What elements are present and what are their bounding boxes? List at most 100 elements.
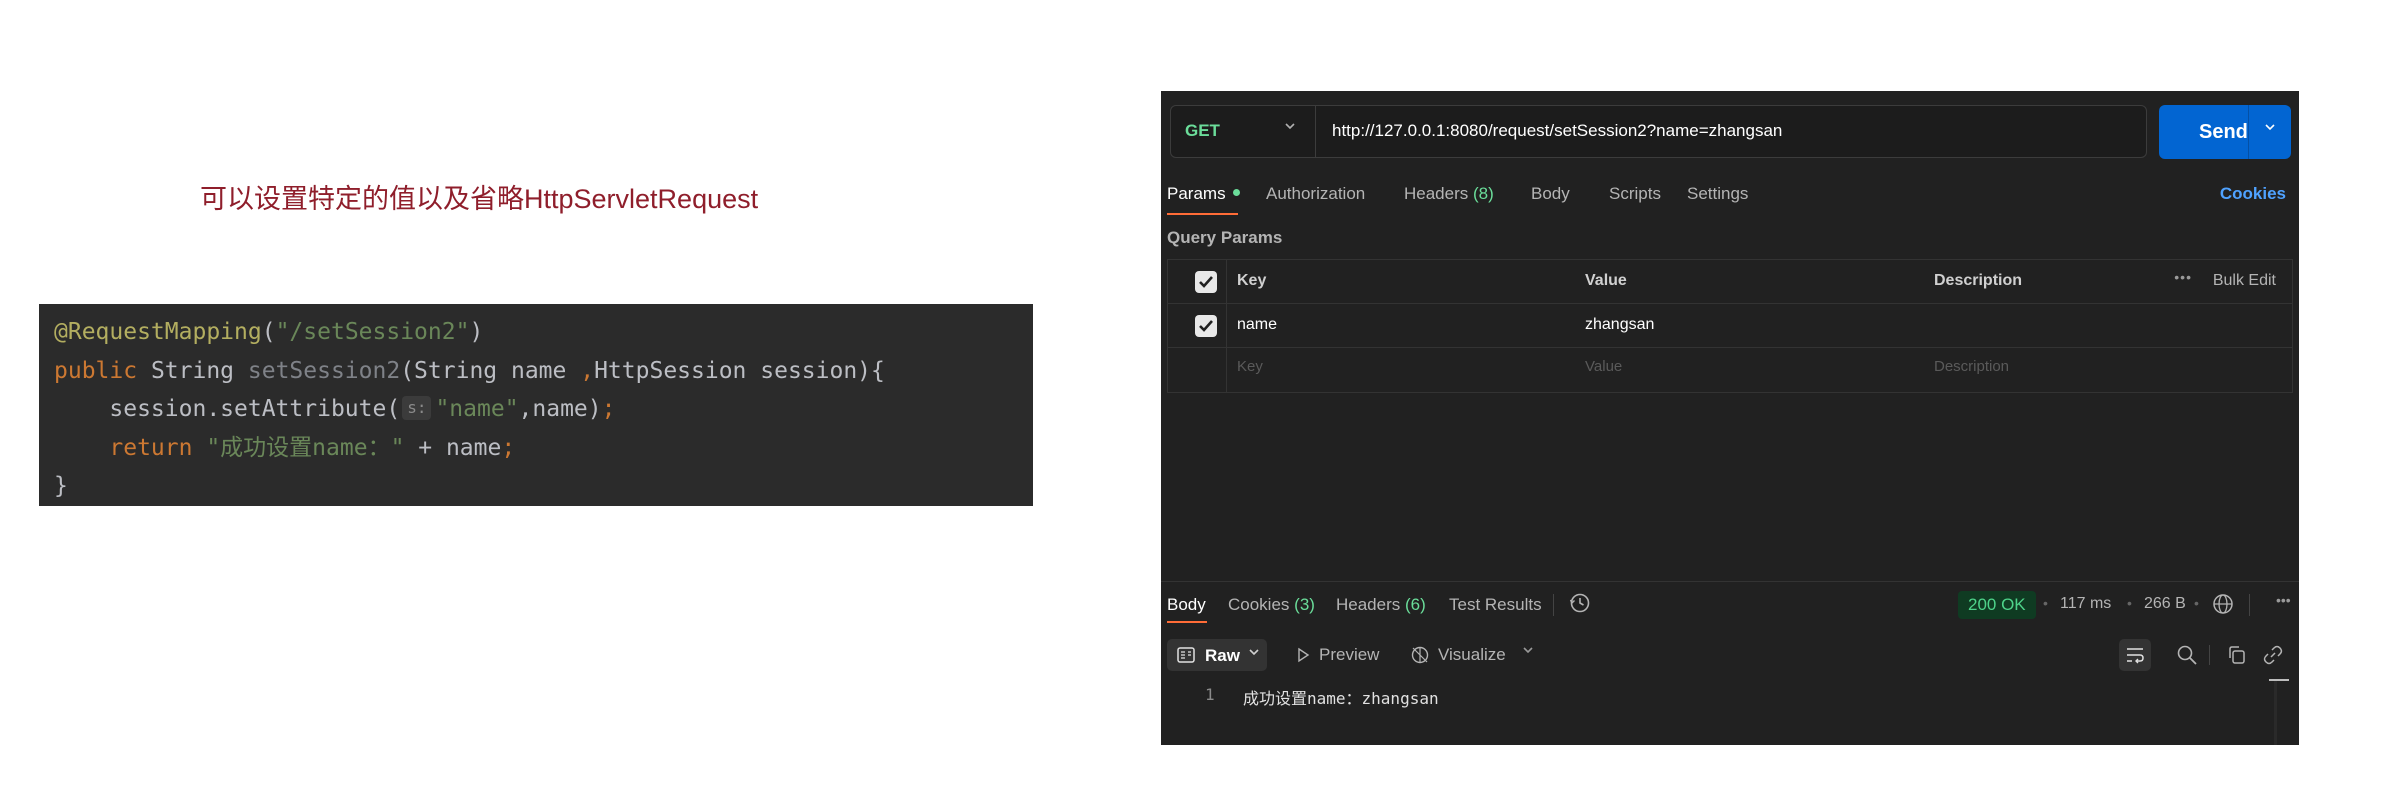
send-label: Send xyxy=(2199,121,2248,143)
tab-params-label: Params xyxy=(1167,184,1226,203)
code-params: (String name xyxy=(400,357,581,384)
cookies-link[interactable]: Cookies xyxy=(2220,184,2286,204)
response-tab-test-results[interactable]: Test Results xyxy=(1449,595,1542,615)
code-annotation: @RequestMapping xyxy=(54,319,262,345)
url-input[interactable]: http://127.0.0.1:8080/request/setSession… xyxy=(1332,121,1782,141)
response-divider xyxy=(1161,581,2299,582)
response-size[interactable]: 266 B xyxy=(2144,595,2186,613)
meta-separator: • xyxy=(2043,595,2048,611)
query-params-title: Query Params xyxy=(1167,228,1283,247)
code-comma: , xyxy=(580,357,595,384)
bulk-edit-link[interactable]: Bulk Edit xyxy=(2213,272,2276,290)
scrollbar-track[interactable] xyxy=(2274,679,2277,745)
code-paren: ) xyxy=(469,319,484,345)
checkbox-checked-icon[interactable] xyxy=(1195,315,1217,337)
code-keyword: return xyxy=(109,434,193,461)
visualize-icon xyxy=(1408,644,1432,671)
code-line-2: public String setSession2(String name ,H… xyxy=(54,352,1033,391)
code-line-1: @RequestMapping("/setSession2") xyxy=(54,313,1033,352)
table-row: name zhangsan xyxy=(1168,304,2292,348)
code-paren: ( xyxy=(261,319,276,345)
param-key-cell[interactable]: name xyxy=(1237,316,1277,334)
chevron-down-icon[interactable] xyxy=(2263,120,2277,139)
response-tab-headers[interactable]: Headers (6) xyxy=(1336,595,1426,615)
chevron-down-icon[interactable] xyxy=(1521,643,1535,660)
tab-active-underline xyxy=(1167,213,1238,215)
column-header-description: Description xyxy=(1934,272,2023,289)
preview-button[interactable]: Preview xyxy=(1319,645,1379,665)
link-icon[interactable] xyxy=(2262,644,2284,671)
meta-separator: • xyxy=(2194,595,2199,611)
response-time[interactable]: 117 ms xyxy=(2060,595,2111,613)
code-semicolon: ; xyxy=(601,396,616,422)
response-body-text[interactable]: 成功设置name：zhangsan xyxy=(1243,685,1439,709)
tab-settings[interactable]: Settings xyxy=(1687,184,1748,204)
code-line-3: session.setAttribute(s: "name",name); xyxy=(54,390,1033,429)
tab-headers-label: Headers xyxy=(1404,184,1469,203)
play-icon xyxy=(1295,647,1311,668)
code-string: "name" xyxy=(435,396,519,422)
column-header-value: Value xyxy=(1585,272,1627,289)
tab-separator xyxy=(1553,594,1554,616)
postman-panel: GET http://127.0.0.1:8080/request/setSes… xyxy=(1161,91,2299,745)
raw-format-icon xyxy=(1177,647,1195,668)
code-line-4: return "成功设置name：" + name; xyxy=(54,429,1033,468)
code-string: "成功设置name：" xyxy=(192,434,405,461)
code-method-name: setSession2 xyxy=(247,357,401,384)
more-icon[interactable]: ••• xyxy=(2276,592,2291,608)
code-expr: + name xyxy=(404,434,502,461)
visualize-button[interactable]: Visualize xyxy=(1438,645,1506,665)
send-button[interactable]: Send xyxy=(2159,105,2291,159)
param-value-cell[interactable]: zhangsan xyxy=(1585,316,1654,334)
param-key-placeholder[interactable]: Key xyxy=(1237,358,1263,375)
status-badge[interactable]: 200 OK xyxy=(1958,591,2036,619)
method-select[interactable]: GET xyxy=(1171,106,1316,157)
copy-icon[interactable] xyxy=(2226,644,2248,671)
tab-headers-count: (8) xyxy=(1473,184,1494,203)
code-block: @RequestMapping("/setSession2") public St… xyxy=(39,304,1033,506)
chevron-down-icon xyxy=(1247,645,1261,662)
wrap-lines-icon xyxy=(2125,646,2145,669)
param-description-placeholder[interactable]: Description xyxy=(1934,358,2009,375)
response-tab-cookies[interactable]: Cookies (3) xyxy=(1228,595,1315,615)
response-tab-cookies-count: (3) xyxy=(1294,595,1315,614)
tab-body[interactable]: Body xyxy=(1531,184,1570,204)
wrap-lines-button[interactable] xyxy=(2119,639,2151,671)
response-tab-headers-count: (6) xyxy=(1405,595,1426,614)
format-raw-select[interactable]: Raw xyxy=(1167,639,1267,671)
tab-scripts[interactable]: Scripts xyxy=(1609,184,1661,204)
column-header-key: Key xyxy=(1237,272,1267,289)
code-type: String xyxy=(137,357,248,384)
search-icon[interactable] xyxy=(2176,644,2198,671)
format-raw-label: Raw xyxy=(1205,646,1240,665)
param-value-placeholder[interactable]: Value xyxy=(1585,358,1622,375)
code-line-5: } xyxy=(54,467,1033,506)
code-keyword: public xyxy=(54,357,138,384)
scrollbar-thumb[interactable] xyxy=(2269,679,2289,681)
table-row-empty: Key Value Description xyxy=(1168,348,2292,392)
line-number: 1 xyxy=(1205,685,1215,704)
tab-authorization[interactable]: Authorization xyxy=(1266,184,1365,204)
code-brace: } xyxy=(54,473,68,499)
response-tab-headers-label: Headers xyxy=(1336,595,1401,614)
send-divider xyxy=(2248,105,2249,159)
code-params: HttpSession session){ xyxy=(594,357,885,384)
chevron-down-icon xyxy=(1283,119,1297,138)
code-param-hint: s: xyxy=(402,396,432,420)
response-tab-cookies-label: Cookies xyxy=(1228,595,1290,614)
history-icon[interactable] xyxy=(1568,591,1592,620)
tab-params[interactable]: Params xyxy=(1167,184,1240,204)
code-semicolon: ; xyxy=(501,434,516,461)
response-tab-body[interactable]: Body xyxy=(1167,595,1206,615)
more-icon[interactable]: ••• xyxy=(2174,269,2192,285)
params-table: Key Value Description ••• Bulk Edit name… xyxy=(1167,259,2293,393)
code-annotation-arg: "/setSession2" xyxy=(275,319,470,345)
caption-text: 可以设置特定的值以及省略HttpServletRequest xyxy=(200,184,759,214)
url-bar: GET http://127.0.0.1:8080/request/setSes… xyxy=(1170,105,2147,158)
tab-separator xyxy=(2249,594,2250,616)
globe-icon[interactable] xyxy=(2211,592,2235,621)
tab-headers[interactable]: Headers (8) xyxy=(1404,184,1494,204)
checkbox-checked-icon[interactable] xyxy=(1195,271,1217,293)
